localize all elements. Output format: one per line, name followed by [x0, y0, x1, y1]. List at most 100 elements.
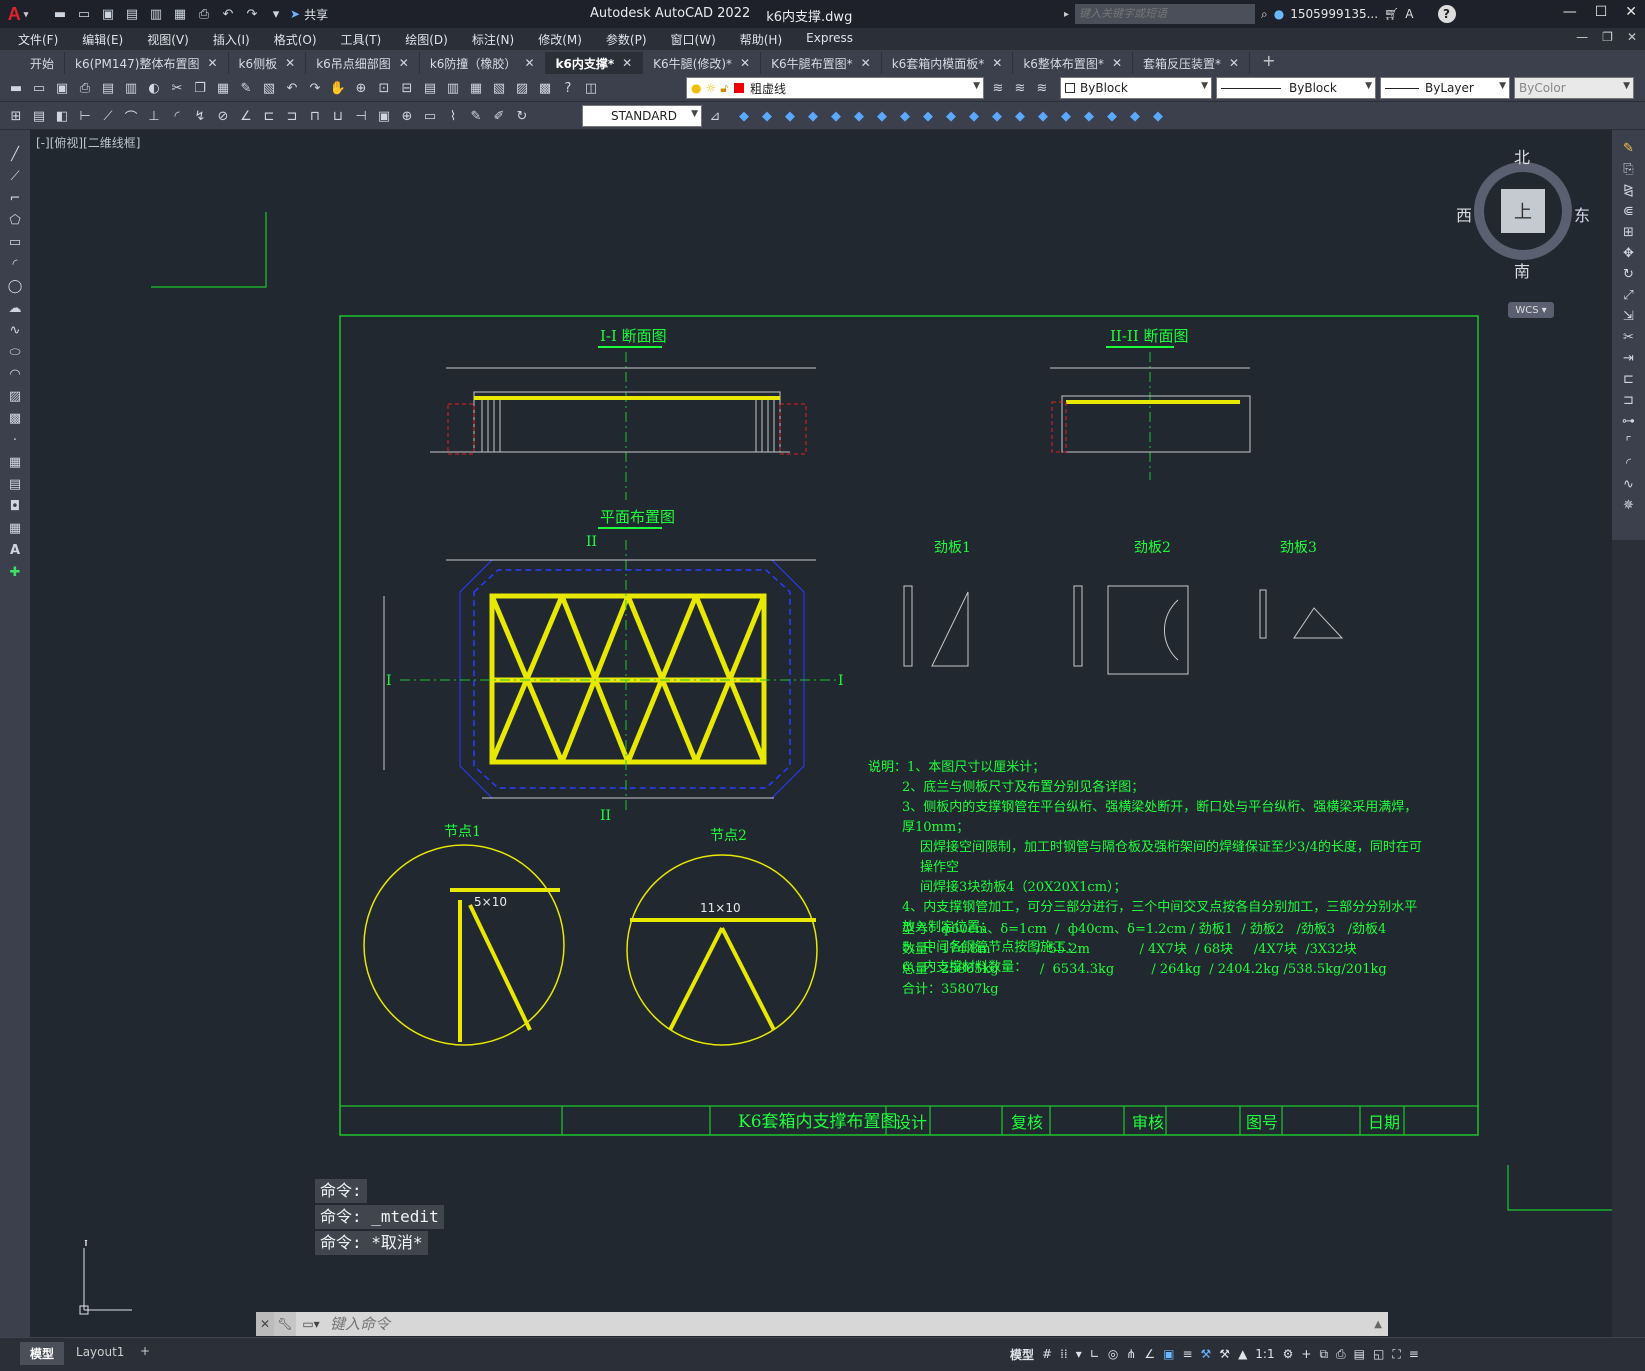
erase-icon[interactable]: ✎ [1619, 138, 1639, 158]
tab-close-icon[interactable]: ✕ [861, 56, 871, 70]
menu-item[interactable]: 修改(M) [526, 31, 594, 48]
subtract-icon[interactable]: ◆ [1010, 106, 1030, 126]
help-icon[interactable]: ? [1437, 5, 1456, 23]
qselect-icon[interactable]: ⊞ [6, 106, 26, 126]
layout-tab[interactable]: 模型 [20, 1342, 65, 1365]
polyline-icon[interactable]: ⌐ [5, 188, 25, 208]
dim-text-edit-icon[interactable]: ✐ [489, 106, 509, 126]
tab-close-icon[interactable]: ✕ [740, 56, 750, 70]
menu-item[interactable]: 插入(I) [201, 31, 262, 48]
tolerance-icon[interactable]: ▣ [374, 106, 394, 126]
layout-tab[interactable]: Layout1 [66, 1342, 134, 1365]
tab-close-icon[interactable]: ✕ [1229, 56, 1239, 70]
wedge-icon[interactable]: ◆ [757, 106, 777, 126]
command-customize-icon[interactable]: 🔧︎ [274, 1312, 296, 1336]
save-icon[interactable]: ▣ [52, 78, 72, 98]
markup-icon[interactable]: ▨ [512, 78, 532, 98]
menu-item[interactable]: 标注(N) [460, 31, 526, 48]
viewcube[interactable]: 上 北 南 西 东 [1456, 148, 1590, 281]
user-icon[interactable]: ● [1274, 7, 1284, 21]
gradient-icon[interactable]: ▤ [5, 474, 25, 494]
menu-item[interactable]: Express [794, 31, 865, 48]
center-mark-icon[interactable]: ⊕ [397, 106, 417, 126]
baseline-dim-icon[interactable]: ⊐ [282, 106, 302, 126]
block-editor-icon[interactable]: ▧ [259, 78, 279, 98]
autocad-logo[interactable]: A ▾ [0, 0, 36, 28]
file-tab[interactable]: k6内支撑* ✕ [545, 52, 644, 74]
cylinder-icon[interactable]: ◆ [826, 106, 846, 126]
hatch-icon[interactable]: ▦ [5, 452, 25, 472]
save-as-icon[interactable]: ▤ [122, 4, 142, 24]
file-tab[interactable]: 开始 [20, 52, 66, 74]
jogged-linear-icon[interactable]: ⌇ [443, 106, 463, 126]
blend-curves-icon[interactable]: ∿ [1619, 474, 1639, 494]
user-name[interactable]: 1505999135... [1290, 7, 1378, 21]
quick-properties-icon[interactable]: ⎙ [1336, 1347, 1346, 1362]
slice-icon[interactable]: ◆ [1079, 106, 1099, 126]
file-tab[interactable]: k6整体布置图* ✕ [1013, 52, 1133, 74]
inspection-icon[interactable]: ▭ [420, 106, 440, 126]
lineweight-dropdown[interactable]: ByLayer ▼ [1380, 77, 1510, 99]
loft-icon[interactable]: ◆ [964, 106, 984, 126]
command-recent-icon[interactable]: ▭▾ [296, 1317, 326, 1331]
layer-previous-icon[interactable]: ≋ [1010, 78, 1030, 98]
dimstyle-dropdown[interactable]: STANDARD ▼ [582, 105, 702, 127]
layer-state-icon[interactable]: ▤ [29, 106, 49, 126]
point-icon[interactable]: · [5, 430, 25, 450]
cart-icon[interactable]: 🛒︎ [1384, 7, 1399, 21]
file-tab[interactable]: k6吊点细部图 ✕ [306, 52, 420, 74]
file-tab[interactable]: k6(PM147)整体布置图 ✕ [65, 52, 229, 74]
file-tab[interactable]: k6套箱内模面板* ✕ [882, 52, 1014, 74]
doc-close-icon[interactable]: ✕ [1627, 30, 1637, 44]
arc-length-icon[interactable]: ⌒ [121, 106, 141, 126]
file-tab[interactable]: k6侧板 ✕ [229, 52, 307, 74]
customization-icon[interactable]: ≡ [1409, 1347, 1419, 1361]
table-icon[interactable]: ▦ [5, 518, 25, 538]
chamfer-icon[interactable]: ⌜ [1619, 432, 1639, 452]
linetype-dropdown[interactable]: ByBlock ▼ [1216, 77, 1376, 99]
file-tab[interactable]: k6防撞（橡胶） ✕ [420, 52, 546, 74]
3d-dwf-icon[interactable]: ◐ [144, 78, 164, 98]
annotation-scale-icon[interactable]: ▲ [1238, 1347, 1247, 1361]
move-icon[interactable]: ✥ [1619, 243, 1639, 263]
sphere-icon[interactable]: ◆ [803, 106, 823, 126]
dim-edit-icon[interactable]: ✎ [466, 106, 486, 126]
stretch-icon[interactable]: ⇲ [1619, 306, 1639, 326]
presspull-icon[interactable]: ◆ [1056, 106, 1076, 126]
file-tab[interactable]: K6牛腿布置图* ✕ [761, 52, 882, 74]
thicken-icon[interactable]: ◆ [1102, 106, 1122, 126]
polygon-icon[interactable]: ⬠ [5, 210, 25, 230]
union-icon[interactable]: ◆ [987, 106, 1007, 126]
cone-icon[interactable]: ◆ [780, 106, 800, 126]
tab-close-icon[interactable]: ✕ [207, 56, 217, 70]
minimize-icon[interactable]: — [1563, 4, 1577, 20]
dim-space-icon[interactable]: ⊔ [328, 106, 348, 126]
join-icon[interactable]: ⊶ [1619, 411, 1639, 431]
construction-line-icon[interactable]: ⟋ [5, 166, 25, 186]
menu-item[interactable]: 窗口(W) [659, 31, 728, 48]
pyramid-icon[interactable]: ◆ [872, 106, 892, 126]
isodraft-icon[interactable]: ⋔ [1126, 1347, 1136, 1361]
zoom-realtime-icon[interactable]: ⊕ [351, 78, 371, 98]
file-tab[interactable]: 套箱反压装置* ✕ [1133, 52, 1251, 74]
ortho-icon[interactable]: ∟ [1090, 1347, 1100, 1361]
annotation-visibility-icon[interactable]: ⚒ [1201, 1347, 1212, 1361]
grid-icon[interactable]: # [1042, 1347, 1052, 1361]
compass-west[interactable]: 西 [1456, 202, 1472, 226]
export-icon[interactable]: ▦ [170, 4, 190, 24]
zoom-window-icon[interactable]: ⊡ [374, 78, 394, 98]
share-button[interactable]: ➤ 共享 [290, 6, 328, 23]
insert-block-icon[interactable]: ▨ [5, 386, 25, 406]
tab-close-icon[interactable]: ✕ [1112, 56, 1122, 70]
new-file-icon[interactable]: ▬ [50, 4, 70, 24]
infer-constraints-icon[interactable]: ▾ [1076, 1347, 1082, 1361]
scale-icon[interactable]: ⤢ [1619, 285, 1639, 305]
copy-icon[interactable]: ❐ [190, 78, 210, 98]
rotate-icon[interactable]: ↻ [1619, 264, 1639, 284]
copy-object-icon[interactable]: ⎘ [1619, 159, 1639, 179]
maximize-icon[interactable]: ☐ [1595, 4, 1608, 20]
compass-east[interactable]: 东 [1574, 202, 1590, 226]
publish-icon[interactable]: ▥ [121, 78, 141, 98]
quickcalc-icon[interactable]: ▩ [535, 78, 555, 98]
clean-screen-icon[interactable]: ⛶ [1392, 1347, 1400, 1362]
